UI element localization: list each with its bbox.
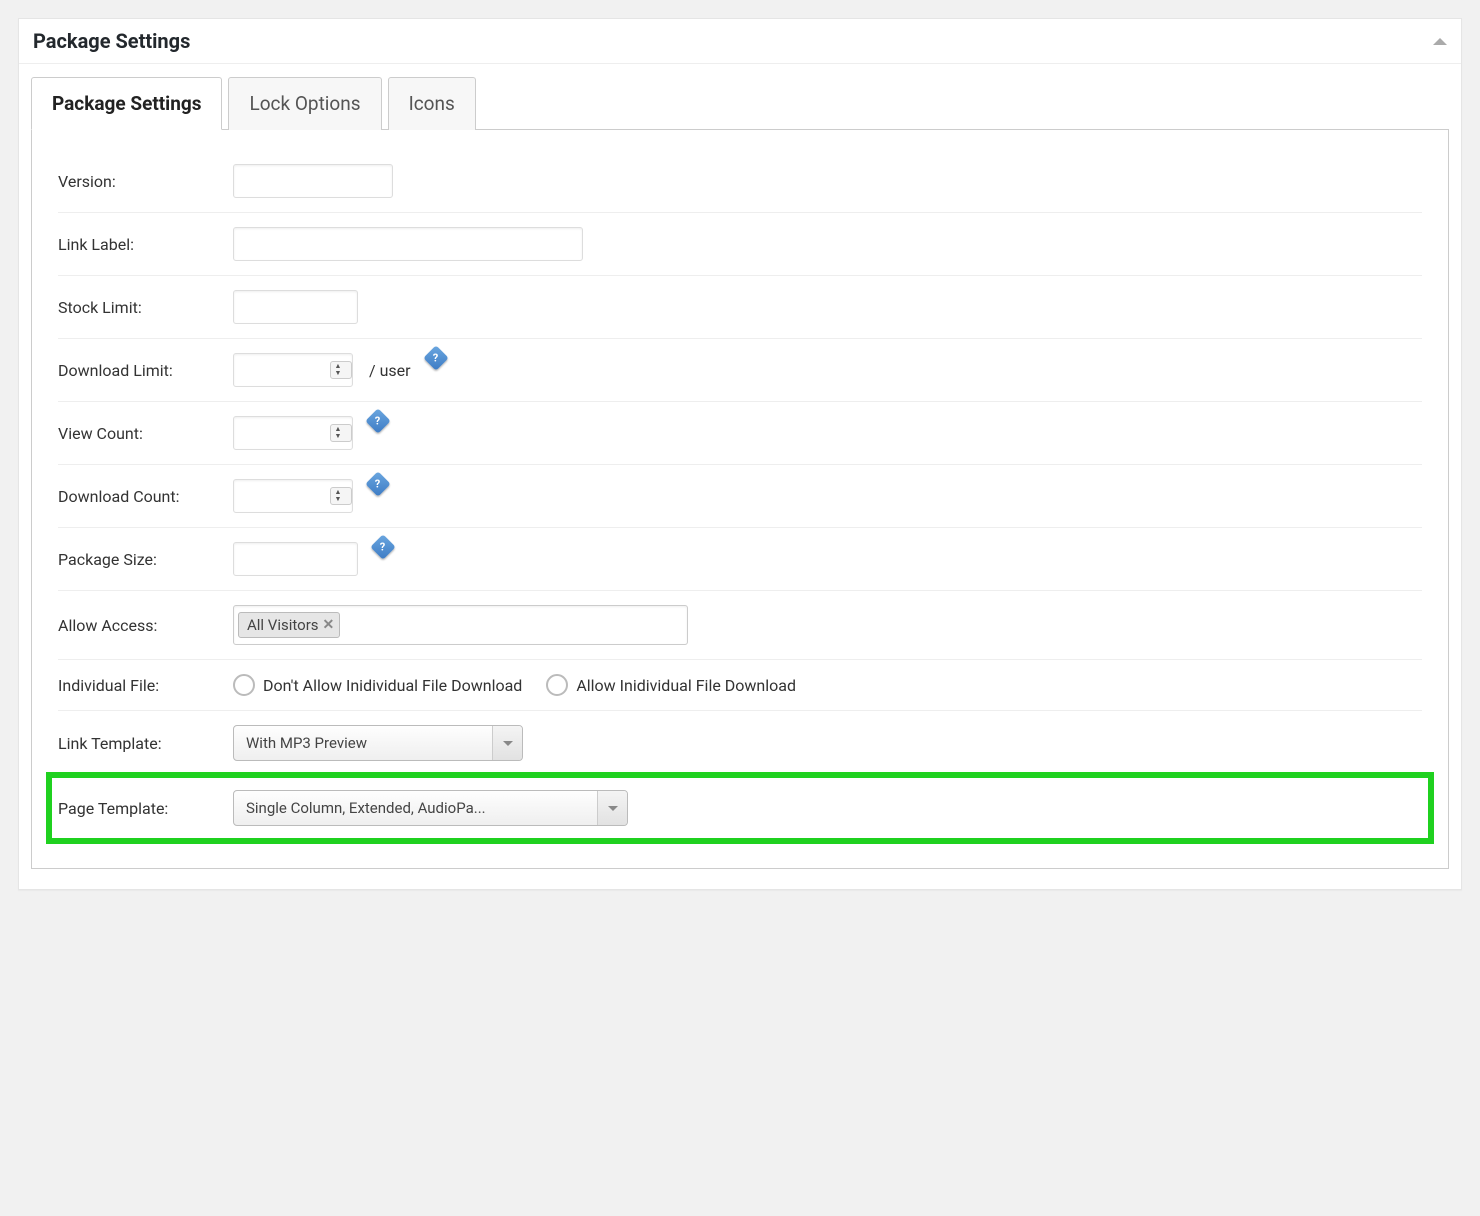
label-download-count: Download Count: xyxy=(58,487,233,506)
access-tag: All Visitors ✕ xyxy=(238,612,340,638)
chevron-down-icon xyxy=(503,741,513,746)
spinner-down-icon[interactable]: ▼ xyxy=(332,370,344,377)
spinner-down-icon[interactable]: ▼ xyxy=(332,433,344,440)
help-icon[interactable] xyxy=(370,534,395,559)
row-link-template: Link Template: With MP3 Preview xyxy=(58,711,1422,776)
help-icon[interactable] xyxy=(365,408,390,433)
label-allow-access: Allow Access: xyxy=(58,616,233,635)
link-template-select[interactable]: With MP3 Preview xyxy=(233,725,523,761)
label-stock-limit: Stock Limit: xyxy=(58,298,233,317)
tab-content: Version: Link Label: Stock Limit: Downlo… xyxy=(31,130,1449,869)
select-arrow-box xyxy=(492,726,522,760)
radio-allow-label: Allow Inidividual File Download xyxy=(576,676,796,695)
row-allow-access: Allow Access: All Visitors ✕ xyxy=(58,591,1422,660)
radio-allow[interactable] xyxy=(546,674,568,696)
download-count-input[interactable]: ▲ ▼ xyxy=(233,479,353,513)
metabox-body: Package Settings Lock Options Icons Vers… xyxy=(19,64,1461,889)
help-icon[interactable] xyxy=(423,345,448,370)
row-download-limit: Download Limit: ▲ ▼ / user xyxy=(58,339,1422,402)
tab-lock-options[interactable]: Lock Options xyxy=(228,77,381,130)
row-package-size: Package Size: xyxy=(58,528,1422,591)
help-icon[interactable] xyxy=(365,471,390,496)
row-individual-file: Individual File: Don't Allow Inidividual… xyxy=(58,660,1422,711)
spinner-down-icon[interactable]: ▼ xyxy=(332,496,344,503)
individual-file-radio-group: Don't Allow Inidividual File Download Al… xyxy=(233,674,812,696)
view-count-field[interactable] xyxy=(234,418,330,448)
label-version: Version: xyxy=(58,172,233,191)
panel-title: Package Settings xyxy=(33,29,190,53)
download-count-field[interactable] xyxy=(234,481,330,511)
metabox-header: Package Settings xyxy=(19,19,1461,64)
page-template-value: Single Column, Extended, AudioPa... xyxy=(234,791,597,825)
package-settings-metabox: Package Settings Package Settings Lock O… xyxy=(18,18,1462,890)
stock-limit-input[interactable] xyxy=(233,290,358,324)
remove-tag-icon[interactable]: ✕ xyxy=(323,617,335,633)
row-page-template: Page Template: Single Column, Extended, … xyxy=(50,776,1430,840)
tab-list: Package Settings Lock Options Icons xyxy=(31,76,1449,130)
row-stock-limit: Stock Limit: xyxy=(58,276,1422,339)
label-link-label: Link Label: xyxy=(58,235,233,254)
download-limit-field[interactable] xyxy=(234,355,330,385)
label-view-count: View Count: xyxy=(58,424,233,443)
download-limit-suffix: / user xyxy=(369,361,411,380)
label-link-template: Link Template: xyxy=(58,734,233,753)
package-size-input[interactable] xyxy=(233,542,358,576)
tab-icons[interactable]: Icons xyxy=(388,77,476,130)
version-input[interactable] xyxy=(233,164,393,198)
radio-dont-allow[interactable] xyxy=(233,674,255,696)
row-version: Version: xyxy=(58,150,1422,213)
label-package-size: Package Size: xyxy=(58,550,233,569)
label-individual-file: Individual File: xyxy=(58,676,233,695)
link-label-input[interactable] xyxy=(233,227,583,261)
page-template-select[interactable]: Single Column, Extended, AudioPa... xyxy=(233,790,628,826)
access-tag-label: All Visitors xyxy=(247,616,319,634)
chevron-down-icon xyxy=(608,806,618,811)
allow-access-input[interactable]: All Visitors ✕ xyxy=(233,605,688,645)
link-template-value: With MP3 Preview xyxy=(234,726,492,760)
view-count-input[interactable]: ▲ ▼ xyxy=(233,416,353,450)
radio-dont-allow-label: Don't Allow Inidividual File Download xyxy=(263,676,522,695)
row-link-label: Link Label: xyxy=(58,213,1422,276)
row-view-count: View Count: ▲ ▼ xyxy=(58,402,1422,465)
collapse-toggle-icon[interactable] xyxy=(1433,38,1447,45)
select-arrow-box xyxy=(597,791,627,825)
label-page-template: Page Template: xyxy=(58,799,233,818)
tab-package-settings[interactable]: Package Settings xyxy=(31,77,222,130)
row-download-count: Download Count: ▲ ▼ xyxy=(58,465,1422,528)
label-download-limit: Download Limit: xyxy=(58,361,233,380)
download-limit-input[interactable]: ▲ ▼ xyxy=(233,353,353,387)
